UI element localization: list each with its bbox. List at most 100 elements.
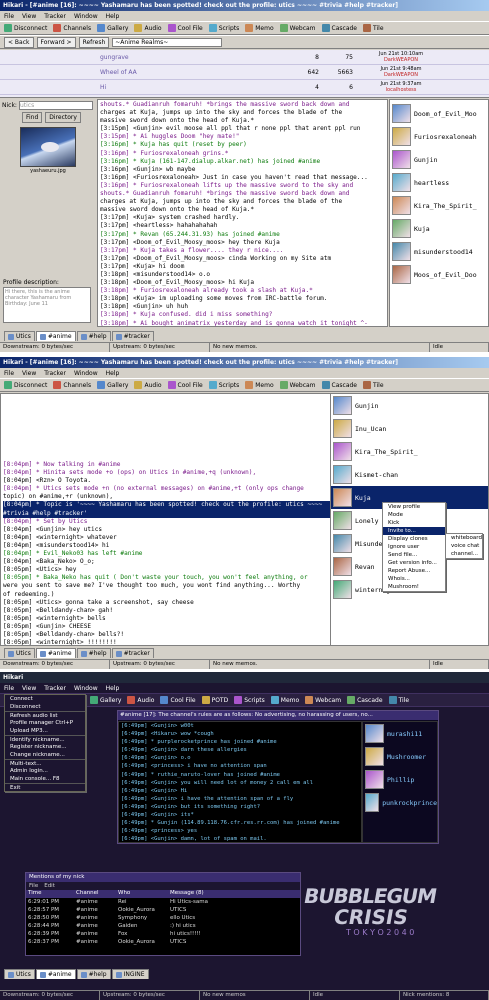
submenu-item[interactable]: channel... bbox=[446, 550, 482, 558]
file-row[interactable]: Hi 4 6 Jun 21st 9:37am localhostess bbox=[0, 80, 489, 95]
mention-row[interactable]: 6:28:50 PM #anime Symphony ello Utics bbox=[26, 914, 300, 922]
file-menu-item[interactable]: Refresh audio list bbox=[5, 711, 85, 719]
mention-row[interactable]: 6:28:37 PM #anime Ookie_Aurora UTICS bbox=[26, 938, 300, 946]
toolbar-gallery-button[interactable]: Gallery bbox=[97, 381, 128, 389]
tab-help[interactable]: #help bbox=[76, 331, 111, 341]
toolbar-channels-button[interactable]: Channels bbox=[53, 381, 91, 389]
toolbar-webcam-button[interactable]: Webcam bbox=[279, 24, 316, 32]
toolbar-webcam-button[interactable]: Webcam bbox=[305, 696, 341, 704]
forward-button[interactable]: Forward > bbox=[36, 36, 76, 48]
user-item[interactable]: Inu_Ucan bbox=[331, 417, 488, 440]
toolbar-disconnect-button[interactable]: Disconnect bbox=[4, 381, 47, 389]
mentions-menu-item[interactable]: File bbox=[29, 883, 38, 889]
user-item[interactable]: Gunjin bbox=[390, 148, 488, 171]
tab-anime[interactable]: #anime bbox=[35, 648, 76, 658]
menu-view[interactable]: View bbox=[22, 13, 36, 20]
menu-file[interactable]: File bbox=[4, 685, 14, 692]
find-button[interactable]: Find bbox=[22, 112, 43, 123]
mention-row[interactable]: 6:28:57 PM #anime Ookie_Aurora UTICS bbox=[26, 906, 300, 914]
file-menu-item[interactable]: Admin login... bbox=[5, 767, 85, 775]
file-menu-item[interactable]: Profile manager Ctrl+P bbox=[5, 719, 85, 727]
mention-row[interactable]: 6:28:44 PM #anime Gaiden:) hi utics bbox=[26, 922, 300, 930]
file-menu-item[interactable]: Identify nickname... bbox=[5, 735, 85, 743]
menu-help[interactable]: Help bbox=[106, 370, 120, 377]
toolbar-channels-button[interactable]: Channels bbox=[53, 24, 91, 32]
menu-file[interactable]: File bbox=[4, 370, 14, 377]
context-menu-item[interactable]: Get version info... bbox=[383, 559, 445, 567]
user-item[interactable]: Mushroomer bbox=[363, 745, 437, 768]
tab-tracker[interactable]: #tracker bbox=[111, 648, 154, 658]
toolbar-webcam-button[interactable]: Webcam bbox=[279, 381, 316, 389]
tab-ingine[interactable]: INGINE bbox=[111, 969, 149, 979]
toolbar-memo-button[interactable]: Memo bbox=[245, 381, 274, 389]
context-menu-item[interactable]: Invite to... bbox=[383, 527, 445, 535]
menu-window[interactable]: Window bbox=[74, 370, 98, 377]
context-menu-item[interactable]: Send file... bbox=[383, 551, 445, 559]
tab-utics[interactable]: Utics bbox=[4, 331, 35, 341]
back-button[interactable]: < Back bbox=[4, 36, 34, 48]
user-item[interactable]: Gunjin bbox=[331, 394, 488, 417]
mention-row[interactable]: 6:29:01 PM #anime Rei Hi Utics-sama bbox=[26, 898, 300, 906]
user-item[interactable]: Doom_of_Evil_Moo bbox=[390, 102, 488, 125]
toolbar-scripts-button[interactable]: Scripts bbox=[208, 24, 239, 32]
toolbar-cool-file-button[interactable]: Cool File bbox=[167, 24, 203, 32]
user-item[interactable]: Kuja bbox=[390, 217, 488, 240]
file-menu-item[interactable]: Upload MP3... bbox=[5, 727, 85, 735]
tab-tracker[interactable]: #tracker bbox=[111, 331, 154, 341]
file-menu-item[interactable]: Multi-text... bbox=[5, 759, 85, 767]
tab-help[interactable]: #help bbox=[76, 648, 111, 658]
context-menu-item[interactable]: Display clones bbox=[383, 535, 445, 543]
user-item[interactable]: heartless bbox=[390, 171, 488, 194]
user-item[interactable]: Kira_The_Spirit_ bbox=[331, 440, 488, 463]
file-menu-item[interactable]: Exit bbox=[5, 783, 85, 791]
menu-help[interactable]: Help bbox=[106, 685, 120, 692]
column-header[interactable]: Time bbox=[26, 890, 74, 898]
toolbar-scripts-button[interactable]: Scripts bbox=[208, 381, 239, 389]
toolbar-memo-button[interactable]: Memo bbox=[245, 24, 274, 32]
user-item[interactable]: punkrockprince bbox=[363, 791, 437, 814]
toolbar-cascade-button[interactable]: Cascade bbox=[347, 696, 383, 704]
mention-row[interactable]: 6:28:39 PM #anime Fox hi utics!!!!! bbox=[26, 930, 300, 938]
menu-view[interactable]: View bbox=[22, 370, 36, 377]
file-menu-item[interactable]: Register nickname... bbox=[5, 743, 85, 751]
mentions-menu-item[interactable]: Edit bbox=[44, 883, 55, 889]
nick-input[interactable]: utics bbox=[18, 101, 93, 110]
user-item[interactable]: murashi11 bbox=[363, 722, 437, 745]
toolbar-tile-button[interactable]: Tile bbox=[388, 696, 409, 704]
context-menu-item[interactable]: View profile bbox=[383, 503, 445, 511]
toolbar-cool-file-button[interactable]: Cool File bbox=[167, 381, 203, 389]
context-menu-item[interactable]: Mode bbox=[383, 511, 445, 519]
refresh-button[interactable]: Refresh bbox=[78, 36, 110, 48]
context-menu-item[interactable]: Mushroom! bbox=[383, 583, 445, 591]
column-header[interactable]: Channel bbox=[74, 890, 116, 898]
column-header[interactable]: Message (8) bbox=[168, 890, 298, 898]
tab-utics[interactable]: Utics bbox=[4, 648, 35, 658]
menu-view[interactable]: View bbox=[22, 685, 36, 692]
toolbar-audio-button[interactable]: Audio bbox=[127, 696, 154, 704]
toolbar-disconnect-button[interactable]: Disconnect bbox=[4, 24, 47, 32]
tab-anime[interactable]: #anime bbox=[35, 331, 76, 341]
submenu-item[interactable]: voice chat bbox=[446, 542, 482, 550]
file-menu-item[interactable]: Disconnect bbox=[5, 703, 85, 711]
menu-help[interactable]: Help bbox=[106, 13, 120, 20]
user-item[interactable]: Moos_of_Evil_Doo bbox=[390, 263, 488, 286]
user-item[interactable]: Kismet-chan bbox=[331, 463, 488, 486]
address-field[interactable]: ~Anime Realms~ bbox=[112, 37, 223, 47]
menu-tracker[interactable]: Tracker bbox=[44, 370, 66, 377]
context-menu-item[interactable]: Report Abuse... bbox=[383, 567, 445, 575]
toolbar-tile-button[interactable]: Tile bbox=[363, 24, 384, 32]
menu-tracker[interactable]: Tracker bbox=[44, 685, 66, 692]
toolbar-audio-button[interactable]: Audio bbox=[134, 381, 162, 389]
toolbar-cascade-button[interactable]: Cascade bbox=[321, 24, 357, 32]
menu-window[interactable]: Window bbox=[74, 685, 98, 692]
menu-tracker[interactable]: Tracker bbox=[44, 13, 66, 20]
user-item[interactable]: misunderstood14 bbox=[390, 240, 488, 263]
toolbar-memo-button[interactable]: Memo bbox=[270, 696, 299, 704]
user-item[interactable]: Kira_The_Spirit_ bbox=[390, 194, 488, 217]
toolbar-audio-button[interactable]: Audio bbox=[134, 24, 162, 32]
column-header[interactable]: Who bbox=[116, 890, 168, 898]
user-item[interactable]: Phillip bbox=[363, 768, 437, 791]
file-menu-item[interactable]: Main console... F8 bbox=[5, 775, 85, 783]
toolbar-cool-file-button[interactable]: Cool File bbox=[160, 696, 196, 704]
toolbar-potd-button[interactable]: POTD bbox=[201, 696, 228, 704]
